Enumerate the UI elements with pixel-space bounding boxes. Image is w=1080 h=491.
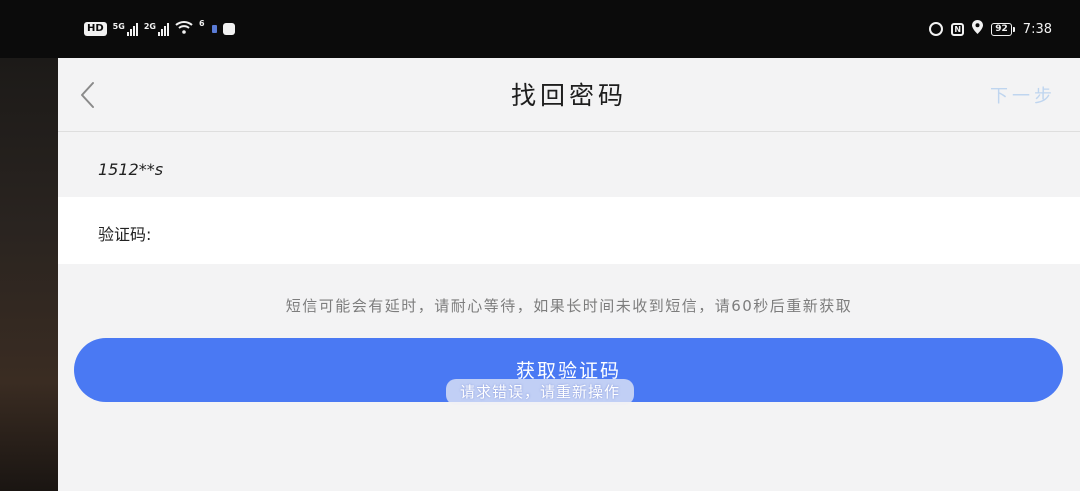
background-wallpaper xyxy=(0,56,58,491)
signal-2-icon: 2G xyxy=(144,22,169,36)
verification-code-label: 验证码: xyxy=(98,225,152,244)
signal-2-label: 2G xyxy=(143,22,156,31)
status-right-group: N 92 7:38 xyxy=(929,19,1052,39)
signal-1-label: 5G xyxy=(112,22,125,31)
error-toast: 请求错误，请重新操作 xyxy=(446,379,634,405)
location-icon xyxy=(972,20,984,38)
nfc-icon: N xyxy=(951,22,965,36)
phone-row: 1512**s xyxy=(58,132,1080,196)
wifi-6-label: 6 xyxy=(198,19,205,28)
sms-delay-hint: 短信可能会有延时，请耐心等待，如果长时间未收到短信，请60秒后重新获取 xyxy=(285,297,853,315)
phone-number: 1512**s xyxy=(98,160,164,179)
battery-level: 92 xyxy=(991,22,1012,36)
status-left-group: HD 5G 2G 6 xyxy=(84,19,235,39)
verification-code-row: 验证码: xyxy=(58,197,1080,264)
wifi-icon xyxy=(175,20,193,38)
nav-bar: 找回密码 下一步 xyxy=(58,58,1080,132)
notification-icon xyxy=(211,25,217,33)
hd-call-icon: HD xyxy=(84,22,107,36)
app-notification-icon xyxy=(222,23,235,35)
signal-1-icon: 5G xyxy=(113,22,138,36)
verification-code-input[interactable] xyxy=(168,211,1052,251)
recover-password-screen: 找回密码 下一步 1512**s 验证码: 短信可能会有延时，请耐心等待，如果长… xyxy=(58,58,1080,491)
status-bar: HD 5G 2G 6 N 92 7:38 xyxy=(0,0,1080,58)
next-step-button[interactable]: 下一步 xyxy=(990,82,1056,108)
page-title: 找回密码 xyxy=(510,81,627,110)
vibrate-icon xyxy=(929,22,944,36)
battery-icon: 92 xyxy=(991,22,1015,36)
clock: 7:38 xyxy=(1022,21,1052,37)
